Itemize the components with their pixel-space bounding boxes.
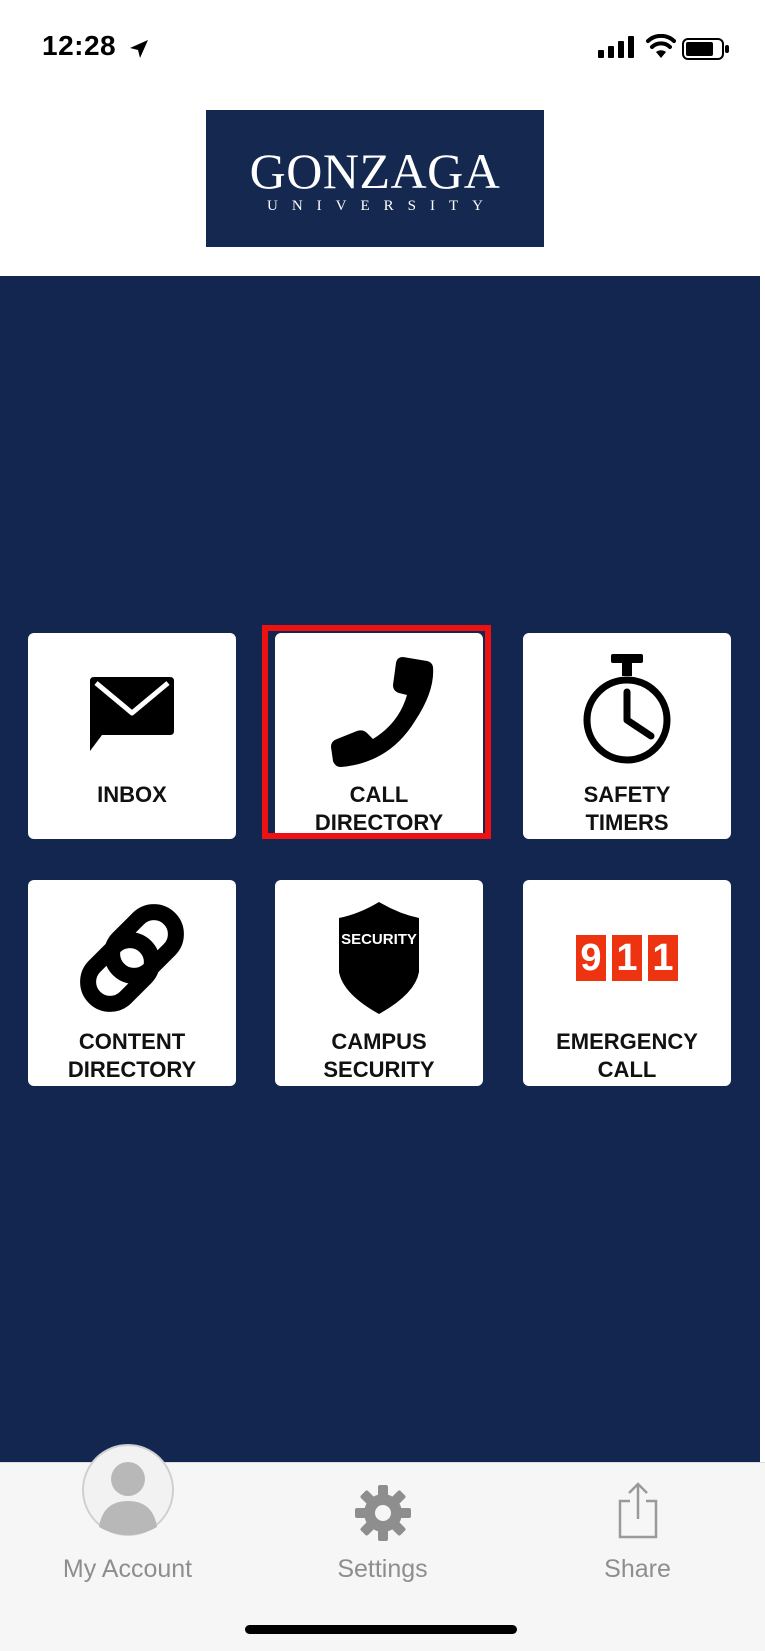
tile-label: CAMPUS SECURITY [323, 1029, 435, 1082]
tile-content-directory[interactable]: CONTENT DIRECTORY [28, 880, 236, 1086]
911-icon: 9 1 1 [576, 935, 678, 981]
tile-inbox[interactable]: INBOX [28, 633, 236, 839]
avatar-icon [81, 1444, 174, 1536]
tab-label: My Account [62, 1555, 193, 1583]
gear-icon [354, 1485, 411, 1541]
tab-bar: My Account Settings Share [0, 1444, 765, 1651]
share-icon [618, 1482, 657, 1539]
wifi-icon [646, 34, 676, 58]
phone-icon [331, 657, 434, 767]
tab-label: Settings [337, 1555, 428, 1583]
tile-label: SAFETY TIMERS [583, 782, 671, 835]
tile-label: CONTENT DIRECTORY [67, 1029, 197, 1082]
cellular-signal-icon [598, 36, 634, 58]
tile-label: CALL DIRECTORY [314, 782, 444, 835]
digit-box: 1 [612, 935, 642, 981]
logo-wordmark: GONZAGA [249, 143, 501, 199]
tab-share[interactable]: Share [510, 1463, 765, 1613]
tab-my-account[interactable]: My Account [0, 1444, 255, 1613]
tab-label: Share [604, 1555, 671, 1583]
tile-emergency-call[interactable]: 9 1 1 EMERGENCY CALL [523, 880, 731, 1086]
link-icon [80, 904, 184, 1012]
battery-icon [682, 38, 729, 60]
gonzaga-logo: GONZAGA UNIVERSITY [206, 110, 544, 247]
tile-call-directory[interactable]: CALL DIRECTORY [275, 633, 483, 839]
status-time: 12:28 [42, 30, 117, 61]
tile-label: EMERGENCY CALL [556, 1029, 698, 1082]
tile-label: INBOX [97, 782, 167, 807]
home-indicator[interactable] [245, 1625, 517, 1634]
digit-box: 9 [576, 935, 606, 981]
shield-icon: SECURITY [339, 902, 419, 1014]
tile-safety-timers[interactable]: SAFETY TIMERS [523, 633, 731, 839]
logo-subtitle: UNIVERSITY [267, 198, 497, 214]
status-bar: 12:28 [0, 0, 765, 100]
tile-campus-security[interactable]: SECURITY CAMPUS SECURITY [275, 880, 483, 1086]
tab-settings[interactable]: Settings [255, 1463, 510, 1613]
digit-box: 1 [648, 935, 678, 981]
main-panel [0, 276, 760, 1462]
stopwatch-icon [583, 654, 671, 764]
location-arrow-icon [130, 40, 148, 58]
security-badge-text: SECURITY [341, 931, 417, 948]
envelope-icon [90, 677, 174, 751]
